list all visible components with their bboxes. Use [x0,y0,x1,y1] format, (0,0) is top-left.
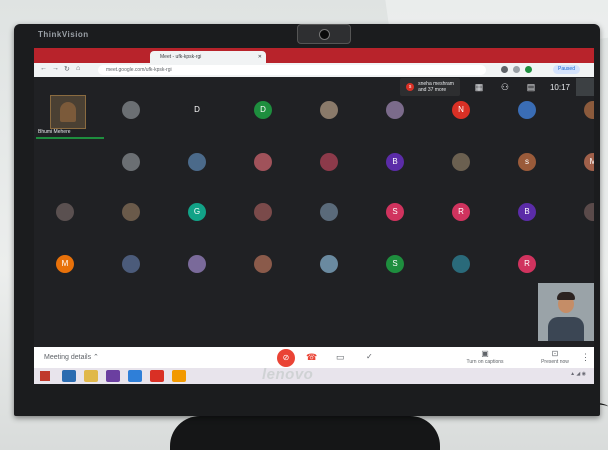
home-icon[interactable]: ⌂ [76,65,80,72]
participant-tile[interactable] [122,203,140,221]
meet-stage: s sneha meshram and 37 more ▦ ⚇ ▤ 10:17 B… [34,77,594,347]
participant-tile[interactable] [320,153,338,171]
participant-tile[interactable] [584,101,594,119]
check-icon[interactable]: ✓ [366,352,373,361]
folder-icon[interactable] [84,370,98,382]
extension-icon[interactable] [525,66,532,73]
screen: Meet - ufk-kpsk-rgi ✕ ← → ↻ ⌂ meet.google… [34,48,594,368]
firefox-icon[interactable] [172,370,186,382]
chrome-icon[interactable] [150,370,164,382]
participant-tile[interactable]: M [584,153,594,171]
browser-tab-bar: Meet - ufk-kpsk-rgi ✕ [34,48,594,63]
mic-off-icon[interactable]: ⊘ [277,349,295,367]
participant-tile[interactable]: G [188,203,206,221]
self-view-body [548,317,584,341]
participant-tile[interactable]: D [254,101,272,119]
participant-tile[interactable] [452,153,470,171]
participant-tile[interactable]: D [188,101,206,119]
ie-icon[interactable] [62,370,76,382]
present-now-button[interactable]: ⊡ Present now [520,349,590,365]
meet-top-bar: s sneha meshram and 37 more ▦ ⚇ ▤ 10:17 [400,77,594,97]
grid-layout-icon[interactable]: ▦ [469,82,489,93]
participant-tile[interactable]: s [518,153,536,171]
participant-tile[interactable]: R [518,255,536,273]
participant-tile[interactable]: N [452,101,470,119]
speaker-video [60,102,76,122]
speaking-indicator [36,137,104,139]
participant-tile[interactable]: B [518,203,536,221]
participant-tile[interactable] [320,203,338,221]
participant-tile[interactable] [122,255,140,273]
browser-tab[interactable] [46,51,156,63]
hangup-icon[interactable]: ☎ [306,352,317,363]
participant-tile[interactable]: S [386,255,404,273]
meeting-clock: 10:17 [549,82,570,92]
windows-start-icon[interactable] [40,371,50,381]
visual-studio-icon[interactable] [106,370,120,382]
participant-tile[interactable] [584,203,594,221]
taskbar: ▲ ◢ ◉ [34,368,594,384]
participant-tile[interactable]: B [386,153,404,171]
present-icon: ⊡ [551,349,559,358]
participant-tile[interactable] [122,101,140,119]
webcam-lens [319,29,330,40]
participant-tile[interactable] [386,101,404,119]
participant-tile[interactable]: M [56,255,74,273]
lenovo-logo: lenovo [262,366,314,383]
participant-tile[interactable] [188,153,206,171]
meet-bottom-bar: Meeting details ⌃ ⊘ ☎ ▭ ✓ ▣ Turn on capti… [34,347,594,368]
participant-tile[interactable] [320,101,338,119]
participants-text: sneha meshram and 37 more [418,81,454,93]
active-speaker-tile[interactable] [50,95,86,129]
participant-tile[interactable] [188,255,206,273]
participant-tile[interactable]: S [386,203,404,221]
meeting-details-button[interactable]: Meeting details ⌃ [44,353,99,361]
back-icon[interactable]: ← [40,65,47,72]
participant-tile[interactable]: R [452,203,470,221]
participants-chip[interactable]: s sneha meshram and 37 more [400,78,460,96]
url-input[interactable]: meet.google.com/ufk-kpsk-rgi [98,65,486,75]
participant-tile[interactable] [254,255,272,273]
self-thumbnail[interactable] [576,78,594,96]
participant-tile[interactable] [254,203,272,221]
reload-icon[interactable]: ↻ [64,65,70,73]
chat-icon[interactable]: ▤ [521,82,541,93]
more-options-icon[interactable]: ⋮ [581,352,590,363]
participant-tile[interactable] [254,153,272,171]
monitor: ThinkVision Meet - ufk-kpsk-rgi ✕ ← → ↻ ⌂… [14,24,600,416]
browser-tab[interactable] [260,51,370,63]
participant-tile[interactable] [320,255,338,273]
monitor-stand [170,416,440,450]
speaker-name: Bhumi Mehere [38,129,71,135]
forward-icon[interactable]: → [52,65,59,72]
address-bar: ← → ↻ ⌂ meet.google.com/ufk-kpsk-rgi Pau… [34,63,594,77]
app-icon[interactable] [128,370,142,382]
participant-tile[interactable] [518,101,536,119]
participant-tile[interactable] [122,153,140,171]
captions-button[interactable]: ▣ Turn on captions [450,349,520,365]
system-tray: ▲ ◢ ◉ [570,371,586,377]
people-icon[interactable]: ⚇ [495,82,515,93]
tab-title: Meet - ufk-kpsk-rgi [160,54,202,60]
avatar: s [406,83,415,91]
camera-icon[interactable]: ▭ [336,352,345,363]
browser-tab-active[interactable]: Meet - ufk-kpsk-rgi ✕ [150,51,266,63]
participant-tile[interactable] [56,203,74,221]
monitor-brand: ThinkVision [38,30,89,39]
webcam [297,24,351,44]
self-view[interactable] [538,283,594,341]
extension-icon[interactable] [501,66,508,73]
captions-icon: ▣ [481,349,489,358]
star-icon[interactable] [513,66,520,73]
participant-tile[interactable] [452,255,470,273]
profile-button[interactable]: Paused [553,65,580,74]
self-view-hair [557,292,575,300]
